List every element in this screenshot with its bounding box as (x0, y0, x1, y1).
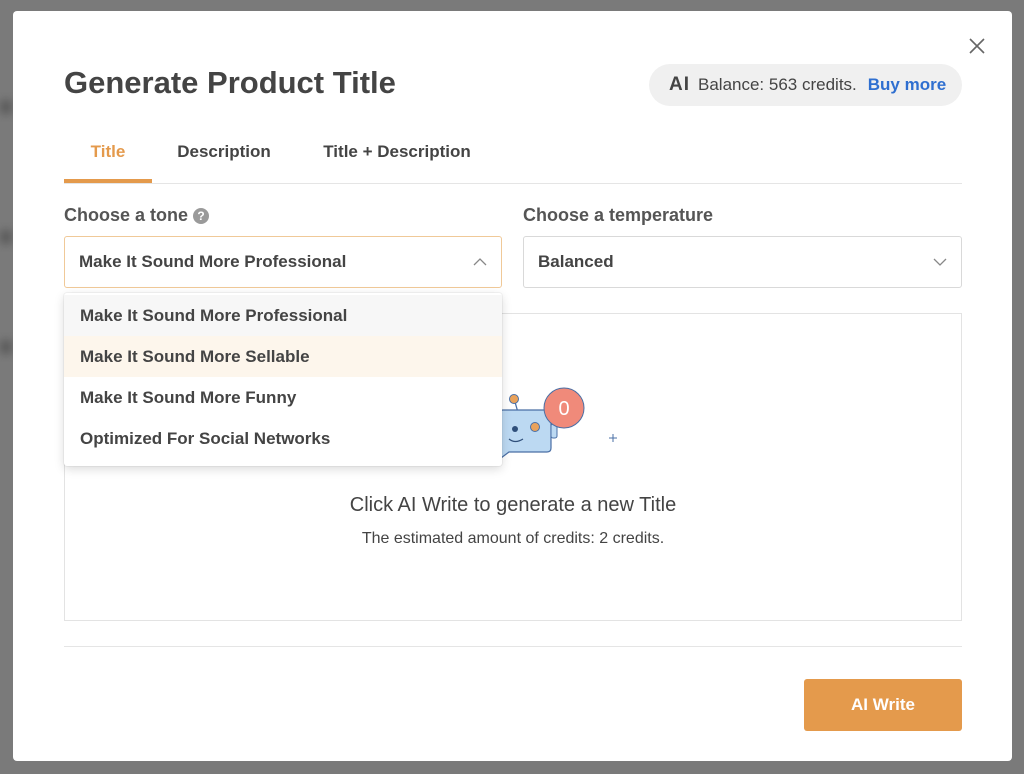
close-button[interactable] (966, 35, 988, 57)
empty-state-title: Click AI Write to generate a new Title (349, 494, 677, 516)
tab-title[interactable]: Title (64, 139, 152, 183)
ai-logo-icon: AI (669, 74, 690, 95)
tone-option-social[interactable]: Optimized For Social Networks (64, 418, 502, 459)
tone-option-professional[interactable]: Make It Sound More Professional (64, 295, 502, 336)
backdrop (0, 340, 12, 354)
tab-bar: Title Description Title + Description (64, 139, 962, 184)
generate-title-modal: Generate Product Title AI Balance: 563 c… (13, 11, 1012, 761)
temperature-select-value: Balanced (538, 252, 614, 271)
tab-title-description[interactable]: Title + Description (322, 139, 472, 183)
chevron-down-icon (933, 258, 947, 266)
tab-description[interactable]: Description (177, 139, 271, 183)
modal-title: Generate Product Title (64, 65, 396, 100)
buy-more-link[interactable]: Buy more (868, 75, 946, 95)
empty-state-subtitle: The estimated amount of credits: 2 credi… (361, 530, 665, 547)
backdrop (0, 100, 12, 114)
ai-write-button[interactable]: AI Write (804, 679, 962, 731)
balance-text: Balance: 563 credits. (698, 75, 857, 94)
credit-count-badge: 0 (558, 398, 569, 420)
temperature-select[interactable]: Balanced (523, 236, 962, 288)
tone-label-group: Choose a tone? (64, 205, 210, 226)
footer-divider (64, 646, 962, 647)
backdrop (0, 230, 12, 244)
help-icon[interactable]: ? (193, 208, 210, 224)
tone-dropdown-menu: Make It Sound More Professional Make It … (64, 293, 502, 466)
tone-select-value: Make It Sound More Professional (79, 252, 347, 271)
credit-balance: AI Balance: 563 credits. Buy more (649, 64, 962, 106)
tone-option-funny[interactable]: Make It Sound More Funny (64, 377, 502, 418)
tone-select[interactable]: Make It Sound More Professional (64, 236, 502, 288)
chevron-up-icon (473, 258, 487, 266)
robot-chat-illustration: 0 (491, 387, 617, 466)
close-icon (969, 38, 985, 54)
temperature-label: Choose a temperature (523, 205, 714, 225)
tone-option-sellable[interactable]: Make It Sound More Sellable (64, 336, 502, 377)
tone-label: Choose a tone (64, 205, 189, 225)
